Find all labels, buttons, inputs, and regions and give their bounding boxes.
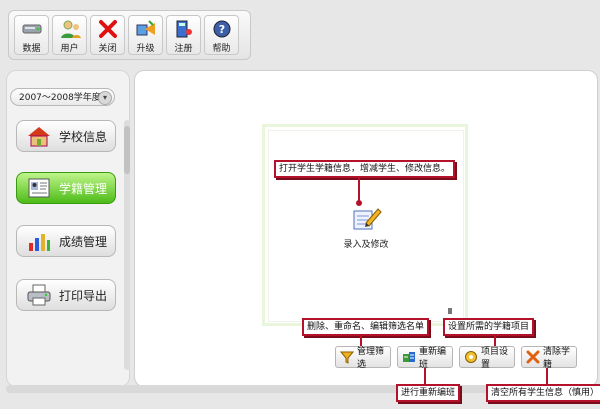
upgrade-icon: [135, 18, 157, 40]
clear-x-icon: [526, 350, 540, 364]
help-icon: ?: [211, 18, 233, 40]
manage-filter-label: 管理筛选: [357, 347, 385, 370]
grade-chart-icon: [25, 228, 53, 254]
user-button[interactable]: 用户: [52, 15, 87, 55]
pencil-notepad-icon: [350, 205, 382, 234]
item-settings-button[interactable]: 项目设置: [459, 346, 515, 370]
close-button[interactable]: 关闭: [90, 15, 125, 55]
reassign-class-button[interactable]: 重新编班: [397, 346, 453, 370]
school-house-icon: [25, 123, 53, 149]
chevron-down-icon: ▾: [98, 91, 112, 105]
school-year-select[interactable]: 2007～2008学年度第 ▾: [10, 88, 115, 106]
class-groups-icon: [402, 350, 416, 364]
edit-records-label: 录入及修改: [343, 240, 389, 250]
reassign-class-label: 重新编班: [419, 347, 447, 370]
upgrade-button[interactable]: 升级: [128, 15, 163, 55]
nav-student-records[interactable]: 学籍管理: [16, 172, 116, 204]
data-button-label: 数据: [22, 44, 41, 54]
mouse-cursor-icon: [448, 308, 452, 314]
student-record-icon: [25, 175, 53, 201]
gear-icon: [464, 350, 478, 364]
clear-records-button[interactable]: 清除学籍: [521, 346, 577, 370]
clear-records-label: 清除学籍: [543, 347, 571, 370]
user-icon: [59, 18, 81, 40]
help-button[interactable]: ? 帮助: [204, 15, 239, 55]
close-icon: [97, 18, 119, 40]
funnel-icon: [340, 350, 354, 364]
nav-grade-management-label: 成绩管理: [59, 234, 108, 249]
data-button[interactable]: 数据: [14, 15, 49, 55]
register-button-label: 注册: [174, 44, 193, 54]
item-settings-label: 项目设置: [481, 347, 509, 370]
edit-records-button[interactable]: 录入及修改: [336, 205, 396, 251]
database-icon: [21, 18, 43, 40]
manage-filter-button[interactable]: 管理筛选: [335, 346, 391, 370]
nav-print-export[interactable]: 打印导出: [16, 279, 116, 311]
filter-annotation: 删除、重命名、编辑筛选名单: [302, 318, 430, 336]
upgrade-button-label: 升级: [136, 44, 155, 54]
sidebar-scroll-thumb[interactable]: [124, 126, 130, 174]
nav-school-info-label: 学校信息: [59, 129, 108, 144]
printer-icon: [25, 282, 53, 308]
nav-student-records-label: 学籍管理: [59, 181, 108, 196]
svg-text:?: ?: [218, 23, 224, 36]
edit-annotation-connector: [358, 178, 360, 202]
edit-annotation: 打开学生学籍信息，增减学生、修改信息。: [274, 160, 456, 178]
help-button-label: 帮助: [212, 44, 231, 54]
nav-print-export-label: 打印导出: [59, 288, 108, 303]
main-toolbar: 数据 用户 关闭 升级 注册 ? 帮助: [8, 10, 251, 60]
register-icon: [173, 18, 195, 40]
register-button[interactable]: 注册: [166, 15, 201, 55]
settings-annotation: 设置所需的学籍项目: [443, 318, 535, 336]
clear-annotation: 清空所有学生信息（慎用）: [486, 384, 600, 402]
nav-grade-management[interactable]: 成绩管理: [16, 225, 116, 257]
nav-school-info[interactable]: 学校信息: [16, 120, 116, 152]
clear-annotation-connector: [546, 368, 548, 384]
school-year-value: 2007～2008学年度第: [19, 93, 110, 103]
reclass-annotation: 进行重新编班: [396, 384, 461, 402]
close-button-label: 关闭: [98, 44, 117, 54]
user-button-label: 用户: [60, 44, 79, 54]
reclass-annotation-connector: [424, 368, 426, 384]
